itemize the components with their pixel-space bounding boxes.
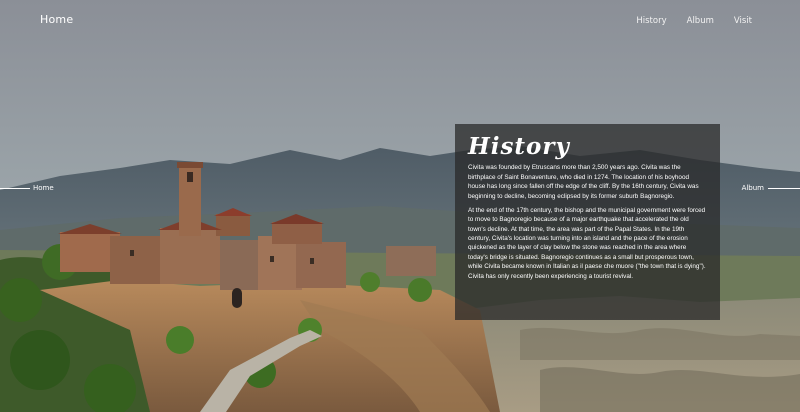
nav-album-link[interactable]: Album <box>687 16 714 26</box>
top-navigation: History Album Visit <box>636 16 752 26</box>
nav-history-link[interactable]: History <box>636 16 666 26</box>
history-paragraph: At the end of the 17th century, the bish… <box>468 206 706 280</box>
side-home-label: Home <box>33 184 54 192</box>
side-album-line <box>768 187 800 189</box>
side-album-label: Album <box>741 184 764 192</box>
nav-visit-link[interactable]: Visit <box>734 16 752 26</box>
nav-home-link[interactable]: Home <box>40 13 73 26</box>
side-album-link[interactable]: Album <box>742 184 800 192</box>
history-paragraph: Civita was founded by Etruscans more tha… <box>468 164 699 200</box>
history-title: History <box>468 133 570 160</box>
side-home-link[interactable]: Home <box>0 184 54 192</box>
history-panel: History Civita was founded by Etruscans … <box>455 124 720 320</box>
side-home-line <box>0 187 30 189</box>
